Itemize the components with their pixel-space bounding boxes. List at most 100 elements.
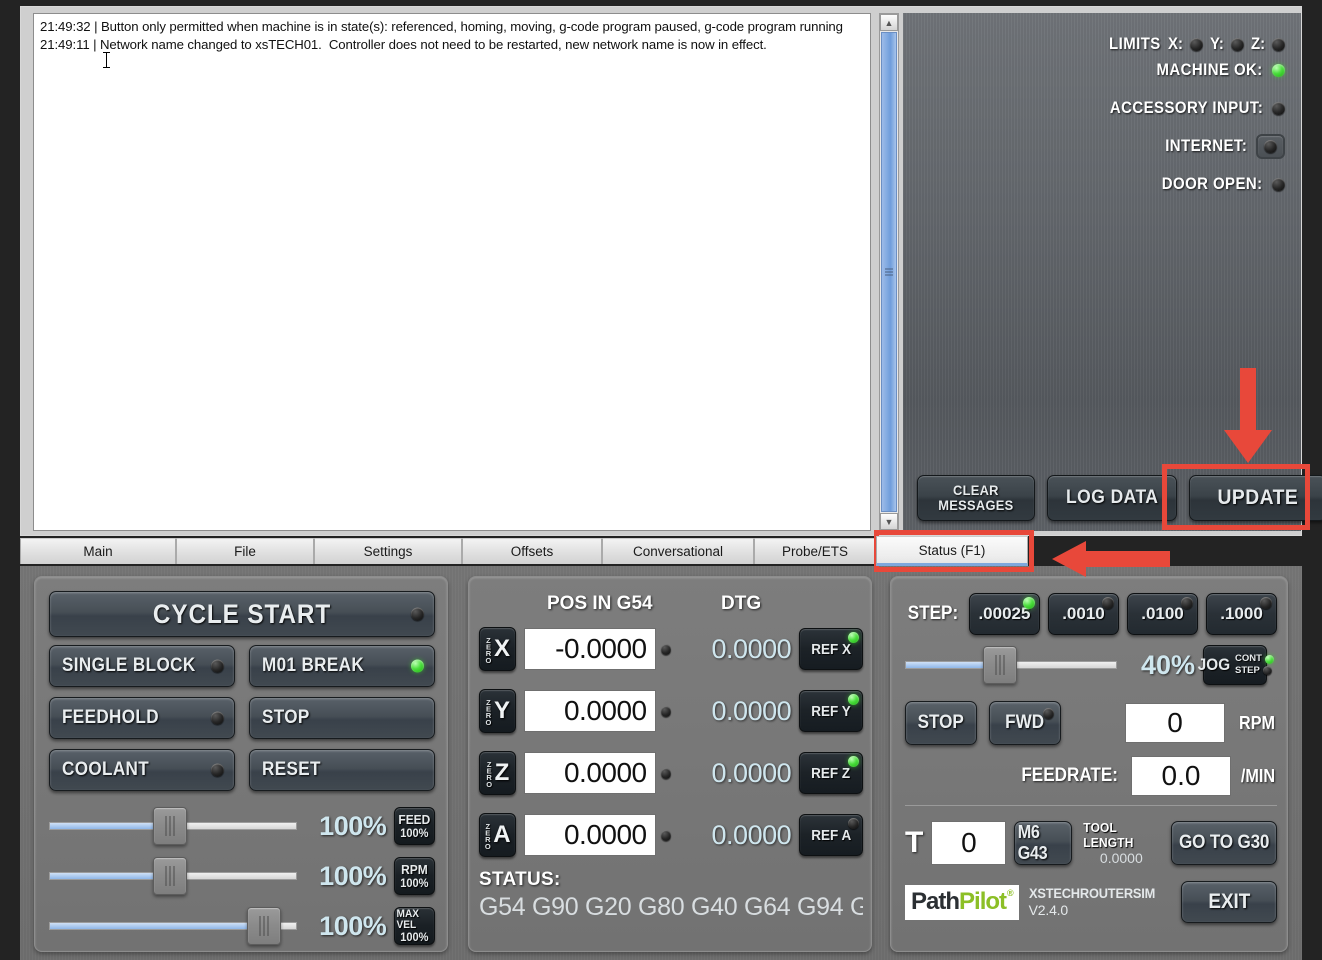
- logo-registered-icon: ®: [1007, 887, 1014, 898]
- go-to-g30-label: GO TO G30: [1178, 832, 1269, 853]
- step-0100-label: .0100: [1141, 604, 1184, 623]
- m6-g43-label: M6 G43: [1018, 822, 1048, 863]
- feedhold-label: FEEDHOLD: [62, 707, 159, 728]
- zero-x-button[interactable]: ZERO X: [479, 627, 516, 671]
- dro-a-value[interactable]: 0.0000: [523, 814, 656, 856]
- dro-y-value[interactable]: 0.0000: [523, 690, 656, 732]
- rpm-override-slider[interactable]: [49, 857, 298, 895]
- coolant-button[interactable]: COOLANT: [49, 749, 235, 791]
- dro-x-value[interactable]: -0.0000: [523, 628, 656, 670]
- reset-label: RESET: [262, 759, 321, 780]
- spindle-stop-button[interactable]: STOP: [905, 701, 977, 745]
- message-log-scrollbar[interactable]: ▲ ▼: [879, 13, 899, 531]
- ref-z-button[interactable]: REF Z: [799, 752, 863, 794]
- update-button[interactable]: UPDATE: [1189, 475, 1322, 521]
- message-log[interactable]: 21:49:32 | Button only permitted when ma…: [33, 13, 871, 531]
- zero-a-vert-label: ZERO: [483, 821, 493, 849]
- tool-length-block: TOOL LENGTH 0.0000: [1080, 820, 1163, 866]
- tab-file[interactable]: File: [176, 538, 314, 564]
- tab-offsets[interactable]: Offsets: [462, 538, 602, 564]
- maxvel-override-slider[interactable]: [49, 907, 298, 945]
- maxvel-slider-knob[interactable]: [247, 907, 282, 945]
- jog-cont-label: CONT: [1235, 653, 1262, 665]
- step-size-row: STEP: .00025 .0010 .0100 .1000: [905, 591, 1278, 637]
- tab-status[interactable]: Status (F1): [876, 536, 1028, 566]
- m01-break-led: [411, 659, 424, 673]
- jog-rate-slider[interactable]: [905, 646, 1117, 684]
- go-to-g30-button[interactable]: GO TO G30: [1170, 821, 1277, 865]
- dro-a-led: [660, 829, 672, 841]
- feedrate-value-field[interactable]: 0.0: [1131, 756, 1231, 796]
- tool-number-field[interactable]: 0: [931, 821, 1007, 865]
- maxvel-reset-button[interactable]: MAX VEL 100%: [394, 907, 435, 945]
- step-0100-button[interactable]: .0100: [1126, 593, 1198, 635]
- jog-slider-knob[interactable]: [983, 646, 1018, 684]
- jog-mode-button[interactable]: JOG CONT STEP: [1198, 645, 1274, 685]
- tab-status-label: Status (F1): [918, 542, 986, 558]
- feed-slider-knob[interactable]: [153, 807, 188, 845]
- single-block-button[interactable]: SINGLE BLOCK: [49, 645, 235, 687]
- feed-badge-bottom: 100%: [400, 825, 429, 840]
- ref-a-button[interactable]: REF A: [799, 814, 863, 856]
- limit-z-led: [1272, 37, 1285, 51]
- m6-g43-button[interactable]: M6 G43: [1014, 821, 1073, 865]
- step-0010-button[interactable]: .0010: [1047, 593, 1119, 635]
- rpm-unit-label: RPM: [1239, 712, 1275, 733]
- tab-conversational[interactable]: Conversational: [602, 538, 754, 564]
- scroll-down-icon[interactable]: ▼: [880, 513, 898, 530]
- clear-messages-label-2: MESSAGES: [938, 497, 1014, 513]
- internet-led-button[interactable]: [1256, 133, 1285, 159]
- zero-a-button[interactable]: ZERO A: [479, 813, 516, 857]
- ref-y-button[interactable]: REF Y: [799, 690, 863, 732]
- tab-settings[interactable]: Settings: [314, 538, 462, 564]
- clear-messages-button[interactable]: CLEAR MESSAGES: [917, 475, 1035, 521]
- limit-axis-x-label: X:: [1168, 34, 1184, 53]
- spindle-fwd-button[interactable]: FWD: [989, 701, 1061, 745]
- tab-probe-ets[interactable]: Probe/ETS: [754, 538, 876, 564]
- ref-x-button[interactable]: REF X: [799, 628, 863, 670]
- step-0010-label: .0010: [1062, 604, 1105, 623]
- zero-y-button[interactable]: ZERO Y: [479, 689, 516, 733]
- pathpilot-logo: Path Pilot ®: [905, 884, 1019, 920]
- cycle-start-button[interactable]: CYCLE START: [49, 591, 435, 637]
- machine-version: V2.4.0: [1028, 901, 1068, 918]
- scroll-up-icon[interactable]: ▲: [880, 14, 898, 31]
- m01-break-button[interactable]: M01 BREAK: [249, 645, 435, 687]
- rpm-value-field[interactable]: 0: [1125, 703, 1225, 743]
- log-data-label: LOG DATA: [1065, 487, 1159, 508]
- zero-z-button[interactable]: ZERO Z: [479, 751, 516, 795]
- stop-label: STOP: [262, 707, 310, 728]
- reset-button[interactable]: RESET: [249, 749, 435, 791]
- log-data-button[interactable]: LOG DATA: [1047, 475, 1177, 521]
- feedhold-button[interactable]: FEEDHOLD: [49, 697, 235, 739]
- rpm-slider-knob[interactable]: [153, 857, 188, 895]
- axis-y-label: Y: [493, 697, 510, 724]
- rpm-reset-button[interactable]: RPM 100%: [394, 857, 435, 895]
- jog-spindle-tool-group: STEP: .00025 .0010 .0100 .1000 40% JOG C…: [890, 576, 1288, 952]
- door-open-led: [1272, 177, 1285, 191]
- feed-reset-button[interactable]: FEED 100%: [394, 807, 435, 845]
- exit-button[interactable]: EXIT: [1181, 881, 1277, 923]
- tab-probe-ets-label: Probe/ETS: [781, 544, 849, 559]
- dro-header-position: POS IN G54: [547, 593, 653, 614]
- zero-x-vert-label: ZERO: [483, 635, 493, 663]
- limits-label: LIMITS: [1109, 34, 1162, 53]
- step-1000-button[interactable]: .1000: [1206, 593, 1278, 635]
- tab-main[interactable]: Main: [20, 538, 176, 564]
- text-caret: [103, 52, 110, 68]
- internet-label: INTERNET:: [1164, 136, 1247, 155]
- gcode-status-codes: G54 G90 G20 G80 G40 G64 G94 G97 G98: [479, 893, 863, 921]
- limit-x-led: [1190, 37, 1204, 51]
- ref-x-label: REF X: [811, 640, 851, 658]
- jog-mode-label: JOG: [1197, 655, 1231, 674]
- stop-button[interactable]: STOP: [249, 697, 435, 739]
- machine-ok-label: MACHINE OK:: [1156, 60, 1263, 79]
- scrollbar-thumb[interactable]: [881, 32, 897, 512]
- maxvel-slider-fill: [49, 922, 258, 930]
- feed-override-slider[interactable]: [49, 807, 298, 845]
- machine-ok-row: MACHINE OK:: [903, 51, 1301, 89]
- dro-z-value[interactable]: 0.0000: [523, 752, 656, 794]
- update-label: UPDATE: [1217, 486, 1299, 509]
- dro-x-led: [660, 643, 672, 655]
- step-00025-button[interactable]: .00025: [968, 593, 1040, 635]
